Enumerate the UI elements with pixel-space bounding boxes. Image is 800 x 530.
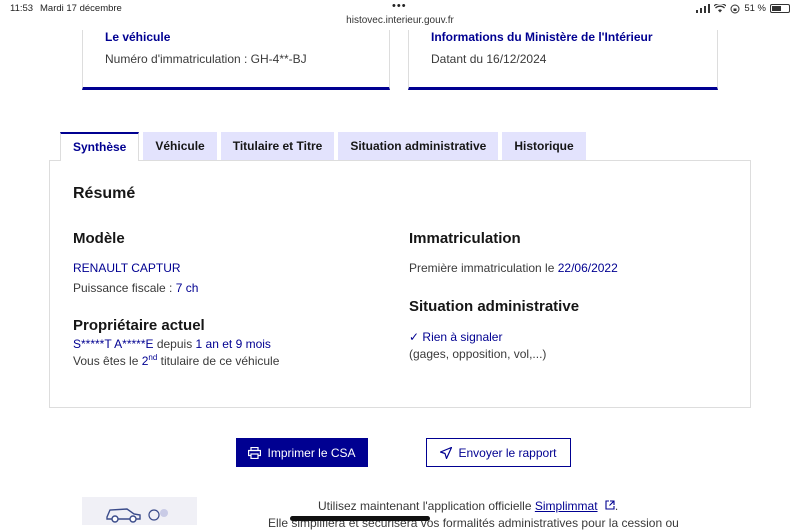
first-registration-label: Première immatriculation le <box>409 261 558 275</box>
tab-historique[interactable]: Historique <box>502 132 586 160</box>
send-report-label: Envoyer le rapport <box>458 445 557 460</box>
owner-rank-sup: nd <box>148 353 158 362</box>
owner-rank: Vous êtes le 2nd titulaire de ce véhicul… <box>73 353 279 368</box>
model-heading: Modèle <box>73 230 125 247</box>
promo-line-1: Utilisez maintenant l'application offici… <box>318 499 618 513</box>
battery-icon <box>770 4 790 13</box>
summary-title: Résumé <box>73 185 136 202</box>
clock: 11:53 <box>10 3 34 14</box>
check-icon: ✓ <box>409 330 420 344</box>
send-icon <box>440 446 453 459</box>
promo-suffix: . <box>614 499 619 513</box>
owner-since-value: 1 an et 9 mois <box>195 337 271 351</box>
send-report-button[interactable]: Envoyer le rapport <box>426 438 571 467</box>
registration-number: Numéro d'immatriculation : GH-4**-BJ <box>105 52 307 66</box>
first-registration: Première immatriculation le 22/06/2022 <box>409 261 618 275</box>
external-link-icon <box>605 500 615 510</box>
owner-rank-prefix: Vous êtes le <box>73 354 142 368</box>
admin-details: (gages, opposition, vol,...) <box>409 347 547 361</box>
owner-rank-suffix: titulaire de ce véhicule <box>157 354 280 368</box>
more-dots-icon[interactable]: ••• <box>392 0 407 12</box>
owner-name: S*****T A*****E <box>73 337 154 351</box>
fiscal-power-label: Puissance fiscale : <box>73 281 176 295</box>
ministry-card: Informations du Ministère de l'Intérieur… <box>408 30 718 90</box>
registration-heading: Immatriculation <box>409 230 521 247</box>
tab-list: Synthèse Véhicule Titulaire et Titre Sit… <box>60 132 586 161</box>
ministry-data-date: Datant du 16/12/2024 <box>431 52 547 66</box>
owner-heading: Propriétaire actuel <box>73 317 205 334</box>
summary-panel: Résumé Modèle RENAULT CAPTUR Puissance f… <box>49 160 751 408</box>
home-indicator[interactable] <box>290 516 430 521</box>
fiscal-power-value: 7 ch <box>175 281 199 295</box>
admin-heading: Situation administrative <box>409 298 580 315</box>
print-csa-label: Imprimer le CSA <box>267 445 356 460</box>
tab-vehicule[interactable]: Véhicule <box>143 132 217 160</box>
signal-icon <box>696 4 711 13</box>
status-icons: 51 % <box>696 3 790 14</box>
simplimmat-link[interactable]: Simplimmat <box>535 499 598 513</box>
status-bar: 11:53 Mardi 17 décembre ••• histovec.int… <box>0 0 800 30</box>
owner-line: S*****T A*****E depuis 1 an et 9 mois <box>73 337 271 351</box>
tab-situation-administrative[interactable]: Situation administrative <box>338 132 499 160</box>
model-name: RENAULT CAPTUR <box>73 261 181 275</box>
simplimmat-banner-image <box>82 497 197 525</box>
tab-synthese[interactable]: Synthèse <box>60 132 140 161</box>
ministry-card-title: Informations du Ministère de l'Intérieur <box>431 30 653 44</box>
admin-status: ✓ Rien à signaler <box>409 330 502 344</box>
promo-prefix: Utilisez maintenant l'application offici… <box>318 499 535 513</box>
battery-percent: 51 % <box>744 3 766 14</box>
owner-since-label: depuis <box>153 337 196 351</box>
address-bar[interactable]: histovec.interieur.gouv.fr <box>0 15 800 26</box>
wifi-icon <box>714 4 727 13</box>
vehicle-card-title: Le véhicule <box>105 30 171 44</box>
vehicle-card: Le véhicule Numéro d'immatriculation : G… <box>82 30 390 90</box>
tab-titulaire[interactable]: Titulaire et Titre <box>220 132 335 160</box>
status-date: Mardi 17 décembre <box>40 3 122 14</box>
fiscal-power: Puissance fiscale : 7 ch <box>73 281 198 295</box>
lock-rotation-icon <box>730 4 740 13</box>
admin-status-text: Rien à signaler <box>422 330 503 344</box>
printer-icon <box>248 446 262 459</box>
print-csa-button[interactable]: Imprimer le CSA <box>236 438 368 467</box>
first-registration-date: 22/06/2022 <box>557 261 618 275</box>
